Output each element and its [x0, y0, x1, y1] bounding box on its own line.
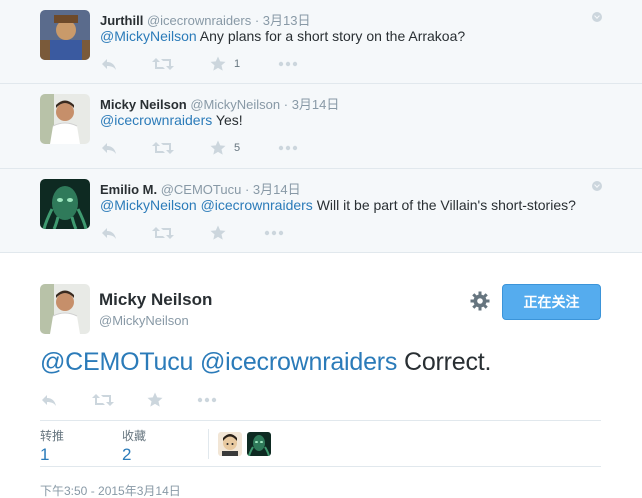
author-name[interactable]: Micky Neilson [100, 97, 187, 112]
author-handle[interactable]: @CEMOTucu [161, 182, 242, 197]
retweet-icon[interactable] [152, 140, 174, 156]
mention-link[interactable]: @icecrownraiders [200, 348, 397, 376]
tweet-body: Will it be part of the Villain's short-s… [312, 197, 576, 213]
reply-icon[interactable] [100, 140, 118, 156]
author-handle[interactable]: @icecrownraiders [147, 13, 251, 28]
timestamp[interactable]: 3月13日 [263, 13, 311, 28]
reply-tweet[interactable]: Emilio M. @CEMOTucu · 3月14日 @MickyNeilso… [0, 169, 642, 253]
retweets-stat[interactable]: 转推 1 [40, 427, 64, 465]
favorite-icon[interactable] [210, 140, 226, 156]
more-icon[interactable] [264, 225, 284, 241]
author-name[interactable]: Jurthill [100, 13, 143, 28]
tweet-body: Any plans for a short story on the Arrak… [196, 28, 466, 44]
tweet-actions [40, 392, 260, 408]
reply-tweet[interactable]: Jurthill @icecrownraiders · 3月13日 @Micky… [0, 0, 642, 84]
avatar[interactable] [40, 179, 90, 229]
retweet-icon[interactable] [152, 225, 174, 241]
tweet-text: @MickyNeilson Any plans for a short stor… [100, 28, 465, 44]
author-name[interactable]: Emilio M. [100, 182, 157, 197]
mention-link[interactable]: @CEMOTucu [40, 348, 193, 376]
gear-icon[interactable] [470, 291, 490, 311]
reply-icon[interactable] [40, 392, 58, 408]
expand-icon[interactable] [592, 12, 602, 22]
more-icon[interactable] [278, 140, 298, 156]
more-icon[interactable] [197, 392, 217, 408]
reply-tweet[interactable]: Micky Neilson @MickyNeilson · 3月14日 @ice… [0, 84, 642, 169]
mention-link[interactable]: @icecrownraiders [100, 112, 212, 128]
tweet-body: Yes! [212, 112, 243, 128]
tweet-stats: 转推 1 收藏 2 [40, 420, 601, 467]
favorites-label: 收藏 [122, 429, 147, 443]
favorites-count[interactable]: 2 [122, 445, 146, 465]
avatar[interactable] [40, 284, 90, 334]
tweet-text: @CEMOTucu @icecrownraiders Correct. [40, 348, 491, 377]
reply-icon[interactable] [100, 56, 118, 72]
tweet-datetime[interactable]: 下午3:50 - 2015年3月14日 [40, 482, 181, 498]
mention-link[interactable]: @MickyNeilson [100, 28, 197, 44]
avatar[interactable] [40, 94, 90, 144]
retweet-icon[interactable] [92, 392, 114, 408]
stats-divider [208, 429, 209, 459]
favorite-icon[interactable] [147, 392, 163, 408]
retweets-count[interactable]: 1 [40, 445, 64, 465]
separator-dot: · [283, 97, 289, 112]
separator-dot: · [244, 182, 250, 197]
permalink-tweet: Micky Neilson @MickyNeilson 正在关注 @CEMOTu… [0, 254, 642, 498]
favorites-stat[interactable]: 收藏 2 [122, 427, 146, 465]
tweet-text: @icecrownraiders Yes! [100, 112, 243, 128]
tweet-body: Correct. [397, 348, 492, 376]
favorite-count: 1 [234, 58, 241, 70]
favoriter-avatar[interactable] [247, 432, 271, 456]
following-button[interactable]: 正在关注 [502, 284, 601, 320]
retweet-icon[interactable] [152, 56, 174, 72]
tweet-actions [100, 225, 320, 241]
favorite-icon[interactable] [210, 225, 226, 241]
separator-dot: · [254, 13, 260, 28]
author-handle[interactable]: @MickyNeilson [190, 97, 280, 112]
author-name[interactable]: Micky Neilson [99, 290, 212, 310]
timestamp[interactable]: 3月14日 [292, 97, 340, 112]
expand-icon[interactable] [592, 181, 602, 191]
author-handle[interactable]: @MickyNeilson [99, 313, 189, 328]
mention-link[interactable]: @MickyNeilson @icecrownraiders [100, 197, 313, 213]
reply-icon[interactable] [100, 225, 118, 241]
tweet-actions: 1 [100, 56, 320, 72]
favorite-icon[interactable] [210, 56, 226, 72]
avatar[interactable] [40, 10, 90, 60]
favorite-count: 5 [234, 142, 241, 154]
more-icon[interactable] [278, 56, 298, 72]
tweet-text: @MickyNeilson @icecrownraiders Will it b… [100, 197, 576, 213]
retweets-label: 转推 [40, 429, 65, 443]
timestamp[interactable]: 3月14日 [253, 182, 301, 197]
tweet-actions: 5 [100, 140, 320, 156]
favoriter-avatar[interactable] [218, 432, 242, 456]
